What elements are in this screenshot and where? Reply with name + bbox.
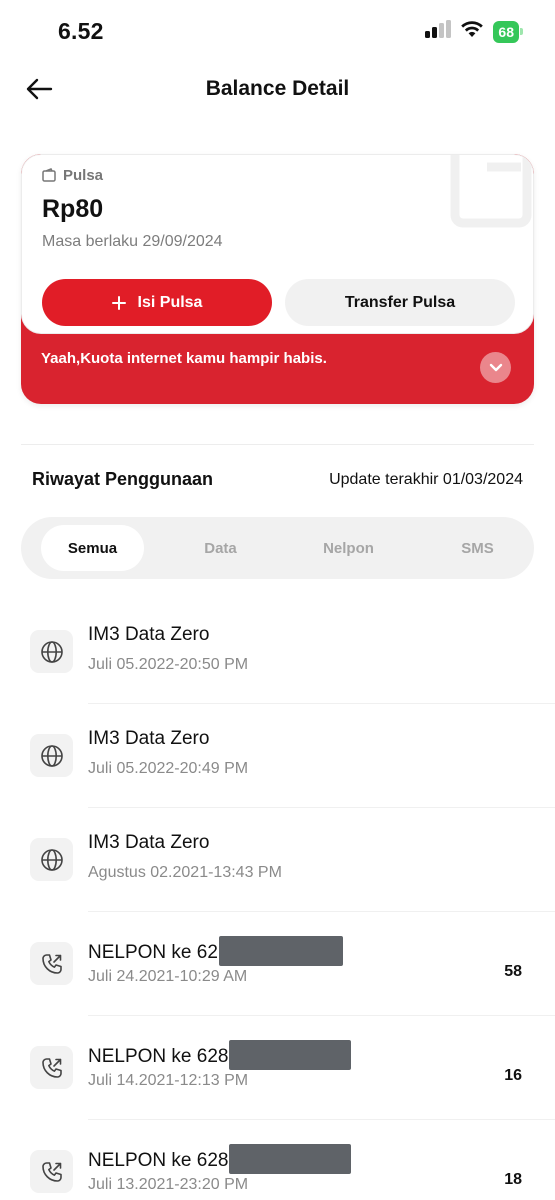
item-date: Juli 14.2021-12:13 PM xyxy=(88,1072,249,1089)
card-label-row: Pulsa xyxy=(42,167,103,184)
redacted-number xyxy=(229,1144,352,1174)
item-title-text: NELPON ke 628 xyxy=(88,1046,229,1067)
list-item[interactable]: NELPON ke 628 Juli 13.2021-23:20 PM 18 xyxy=(0,1120,555,1200)
history-title: Riwayat Penggunaan xyxy=(32,469,214,489)
page-title: Balance Detail xyxy=(205,77,350,100)
phone-outgoing-icon xyxy=(30,1150,73,1193)
alert-expand-button[interactable] xyxy=(480,352,511,383)
tab-data[interactable]: Data xyxy=(169,525,272,571)
cellular-signal-icon xyxy=(425,20,452,43)
section-divider xyxy=(21,444,534,445)
redacted-number xyxy=(218,936,343,966)
list-item[interactable]: IM3 Data Zero Juli 05.2022-20:49 PM xyxy=(0,704,555,808)
status-bar: 6.52 68 xyxy=(0,0,555,62)
item-title-text: NELPON ke 62 xyxy=(88,942,218,963)
balance-card: Pulsa Rp80 Masa berlaku 29/09/2024 Isi P… xyxy=(21,154,534,404)
item-date: Juli 13.2021-23:20 PM xyxy=(88,1176,249,1193)
phone-outgoing-icon xyxy=(30,1046,73,1089)
item-title: IM3 Data Zero xyxy=(88,832,210,853)
item-title: IM3 Data Zero xyxy=(88,624,210,645)
item-date: Agustus 02.2021-13:43 PM xyxy=(88,864,282,881)
plus-icon xyxy=(111,295,126,310)
quota-alert-text: Yaah,Kuota internet kamu hampir habis. xyxy=(41,350,327,367)
item-title: NELPON ke 628 xyxy=(88,1040,352,1070)
card-label: Pulsa xyxy=(63,167,104,184)
history-last-update: Update terakhir 01/03/2024 xyxy=(329,471,523,488)
tab-nelpon[interactable]: Nelpon xyxy=(297,525,400,571)
wifi-icon xyxy=(460,20,484,43)
header: Balance Detail xyxy=(0,62,555,118)
item-date: Juli 05.2022-20:50 PM xyxy=(88,656,249,673)
list-item[interactable]: NELPON ke 628 Juli 14.2021-12:13 PM 16 xyxy=(0,1016,555,1120)
wallet-icon xyxy=(42,168,56,182)
item-value: 16 xyxy=(504,1067,522,1084)
transfer-pulsa-label: Transfer Pulsa xyxy=(344,293,456,311)
globe-icon xyxy=(30,734,73,777)
isi-pulsa-button[interactable]: Isi Pulsa xyxy=(42,279,272,326)
tab-sms[interactable]: SMS xyxy=(426,525,529,571)
item-date: Juli 05.2022-20:49 PM xyxy=(88,760,249,777)
battery-icon: 68 xyxy=(493,20,523,43)
chevron-down-icon xyxy=(489,363,502,371)
redacted-number xyxy=(229,1040,352,1070)
globe-icon xyxy=(30,630,73,673)
item-title: NELPON ke 628 xyxy=(88,1144,352,1174)
history-tabs: Semua Data Nelpon SMS xyxy=(21,517,534,579)
phone-outgoing-icon xyxy=(30,942,73,985)
list-item[interactable]: IM3 Data Zero Agustus 02.2021-13:43 PM xyxy=(0,808,555,912)
wallet-decoration-icon xyxy=(450,155,532,228)
item-title-text: NELPON ke 628 xyxy=(88,1150,229,1171)
validity-date: Masa berlaku 29/09/2024 xyxy=(42,233,223,250)
status-time: 6.52 xyxy=(58,18,104,44)
status-icons: 68 xyxy=(425,20,523,43)
isi-pulsa-label: Isi Pulsa xyxy=(137,293,203,311)
globe-icon xyxy=(30,838,73,881)
balance-card-body: Pulsa Rp80 Masa berlaku 29/09/2024 Isi P… xyxy=(21,154,534,334)
list-item[interactable]: IM3 Data Zero Juli 05.2022-20:50 PM xyxy=(0,600,555,704)
list-item[interactable]: NELPON ke 62 Juli 24.2021-10:29 AM 58 xyxy=(0,912,555,1016)
item-title: IM3 Data Zero xyxy=(88,728,210,749)
item-value: 58 xyxy=(504,963,522,980)
tab-semua[interactable]: Semua xyxy=(41,525,144,571)
balance-amount: Rp80 xyxy=(42,195,104,223)
item-date: Juli 24.2021-10:29 AM xyxy=(88,968,248,985)
item-value: 18 xyxy=(504,1171,522,1188)
item-title: NELPON ke 62 xyxy=(88,936,343,966)
transfer-pulsa-button[interactable]: Transfer Pulsa xyxy=(285,279,515,326)
